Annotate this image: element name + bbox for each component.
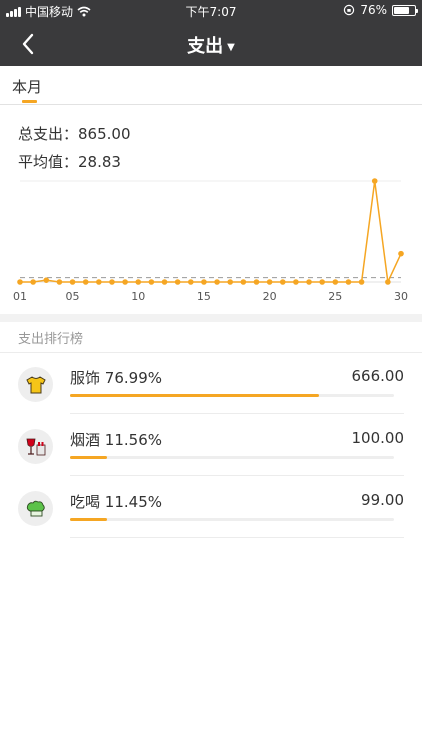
progress-track	[70, 394, 394, 397]
status-bar: 中国移动 下午7:07 76%	[0, 0, 422, 22]
data-point	[56, 279, 63, 285]
data-point	[293, 279, 299, 285]
data-point	[135, 279, 142, 285]
data-point	[122, 279, 128, 285]
daily-expense-chart: 01 05 10 15 20 25 30	[13, 178, 408, 303]
category-name: 吃喝	[70, 493, 101, 511]
data-point	[332, 279, 339, 285]
average-label: 平均值：	[18, 153, 79, 171]
progress-track	[70, 518, 394, 521]
data-point	[253, 279, 260, 285]
divider	[0, 352, 422, 353]
category-amount: 666.00	[351, 367, 405, 385]
total-label: 总支出：	[18, 125, 79, 143]
title-dropdown[interactable]: 支出 ▼	[0, 32, 422, 58]
section-gap	[0, 314, 422, 322]
data-point	[227, 279, 234, 285]
divider	[70, 537, 404, 538]
average-value: 28.83	[78, 153, 121, 171]
data-point	[240, 279, 247, 285]
category-icon-bg	[18, 491, 53, 526]
x-tick-label: 10	[131, 290, 145, 303]
data-point	[398, 250, 404, 257]
data-point	[43, 277, 50, 283]
x-tick-label: 15	[197, 290, 211, 303]
data-point	[187, 279, 194, 285]
data-point	[96, 279, 102, 285]
shirt-icon	[25, 375, 46, 393]
data-point	[17, 279, 23, 285]
divider	[70, 413, 404, 414]
series-line	[20, 180, 402, 285]
category-icon-bg	[18, 367, 53, 402]
category-label: 服饰 76.99%	[70, 367, 162, 388]
category-amount: 99.00	[361, 491, 404, 509]
data-point	[214, 279, 220, 285]
data-point	[109, 279, 115, 285]
progress-fill	[70, 456, 108, 459]
tab-indicator	[22, 100, 37, 103]
total-row: 总支出：865.00	[18, 120, 131, 148]
battery-percent: 76%	[360, 3, 387, 17]
chef-hat-icon	[26, 500, 45, 516]
category-name: 烟酒	[70, 431, 101, 449]
category-amount: 100.00	[351, 429, 405, 447]
wine-cigarette-icon	[26, 438, 45, 455]
data-point	[82, 279, 89, 285]
data-point	[371, 178, 378, 184]
tab-this-month[interactable]: 本月	[12, 76, 42, 97]
data-point	[161, 279, 168, 285]
data-point	[345, 279, 352, 285]
summary: 总支出：865.00 平均值：28.83	[18, 120, 131, 176]
data-point	[148, 279, 155, 285]
data-point	[319, 279, 325, 285]
progress-fill	[70, 394, 320, 397]
ranking-item[interactable]: 服饰 76.99% 666.00	[0, 367, 422, 429]
page-title: 支出	[187, 36, 224, 57]
category-name: 服饰	[70, 369, 101, 387]
caret-down-icon: ▼	[227, 41, 235, 53]
category-percent: 11.45%	[104, 493, 162, 511]
data-point	[279, 279, 286, 285]
total-value: 865.00	[78, 125, 131, 143]
data-point	[306, 279, 312, 285]
data-point	[201, 279, 207, 285]
progress-fill	[70, 518, 108, 521]
data-point	[266, 279, 273, 285]
category-label: 吃喝 11.45%	[70, 491, 162, 512]
category-icon-bg	[18, 429, 53, 464]
x-tick-label: 01	[13, 290, 27, 303]
battery-icon	[392, 4, 418, 16]
category-percent: 76.99%	[104, 369, 162, 387]
progress-track	[70, 456, 394, 459]
divider	[70, 475, 404, 476]
x-tick-label: 05	[66, 290, 80, 303]
ranking-item[interactable]: 烟酒 11.56% 100.00	[0, 429, 422, 491]
rotation-lock-icon	[344, 4, 355, 16]
data-point	[385, 279, 391, 285]
data-point	[358, 279, 365, 285]
tab-bar: 本月	[0, 66, 422, 105]
category-label: 烟酒 11.56%	[70, 429, 162, 450]
category-percent: 11.56%	[104, 431, 162, 449]
ranking-item[interactable]: 吃喝 11.45% 99.00	[0, 491, 422, 553]
nav-bar: 支出 ▼	[0, 22, 422, 66]
data-point	[30, 279, 36, 285]
data-point	[69, 279, 76, 285]
x-tick-label: 30	[394, 290, 408, 303]
data-point	[174, 279, 181, 285]
x-tick-label: 20	[263, 290, 277, 303]
ranking-title: 支出排行榜	[18, 332, 84, 347]
x-tick-label: 25	[328, 290, 342, 303]
